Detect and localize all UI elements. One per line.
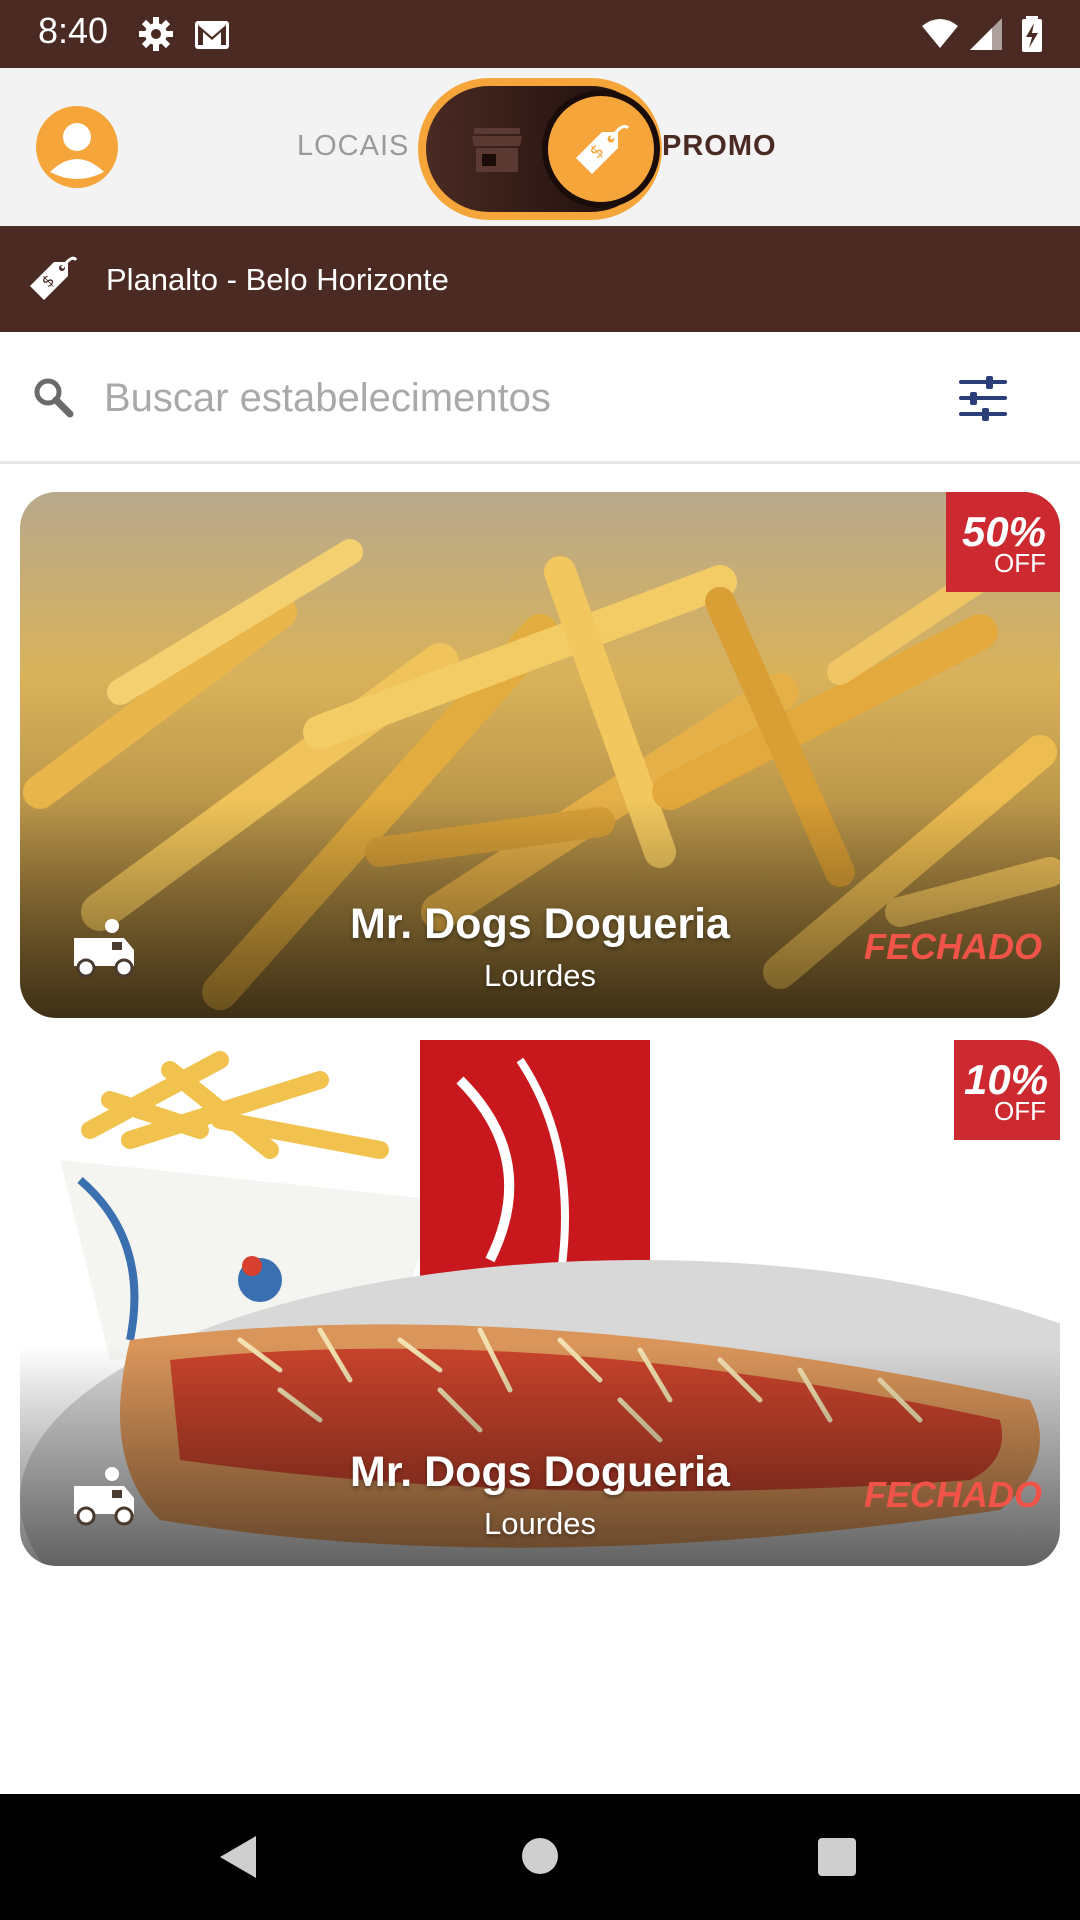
location-label: Planalto - Belo Horizonte [106,262,449,297]
signal-icon [970,18,1002,50]
promo-card[interactable]: 10% OFF Mr. Dogs Dogueria Lourdes FECHAD… [20,1040,1060,1566]
price-tag-icon: $ [30,256,78,300]
gmail-icon [195,21,229,49]
app-header: LOCAIS $ PROMO [0,68,1080,226]
store-icon [472,128,522,172]
user-icon [50,123,104,179]
price-tag-icon: $ [576,124,630,174]
locais-promo-toggle[interactable]: $ [418,78,662,220]
tab-promo[interactable]: PROMO [662,130,777,163]
search-icon [34,378,74,418]
location-bar[interactable]: $ Planalto - Belo Horizonte [0,226,1080,332]
discount-percent: 10% [964,1056,1049,1103]
filter-sliders-icon[interactable] [958,374,1008,422]
home-icon[interactable] [520,1836,560,1876]
system-nav-bar [0,1794,1080,1920]
tab-locais[interactable]: LOCAIS [297,130,409,163]
wifi-icon [922,19,958,48]
profile-avatar-button[interactable] [36,106,118,188]
status-bar: 8:40 [0,0,1080,68]
settings-icon [139,17,173,51]
search-input[interactable] [104,366,924,430]
promo-card[interactable]: 50% OFF Mr. Dogs Dogueria Lourdes FECHAD… [20,492,1060,1018]
open-status: FECHADO [864,926,1042,967]
toggle-track: $ [426,86,660,212]
back-icon[interactable] [216,1832,260,1882]
search-bar [0,332,1080,464]
toggle-knob: $ [542,90,660,208]
battery-icon [1022,16,1042,52]
open-status: FECHADO [864,1474,1042,1515]
recents-icon[interactable] [816,1836,858,1878]
discount-percent: 50% [961,508,1046,555]
status-time: 8:40 [38,10,109,51]
discount-badge: 50% OFF [946,492,1060,592]
discount-badge: 10% OFF [954,1040,1060,1140]
